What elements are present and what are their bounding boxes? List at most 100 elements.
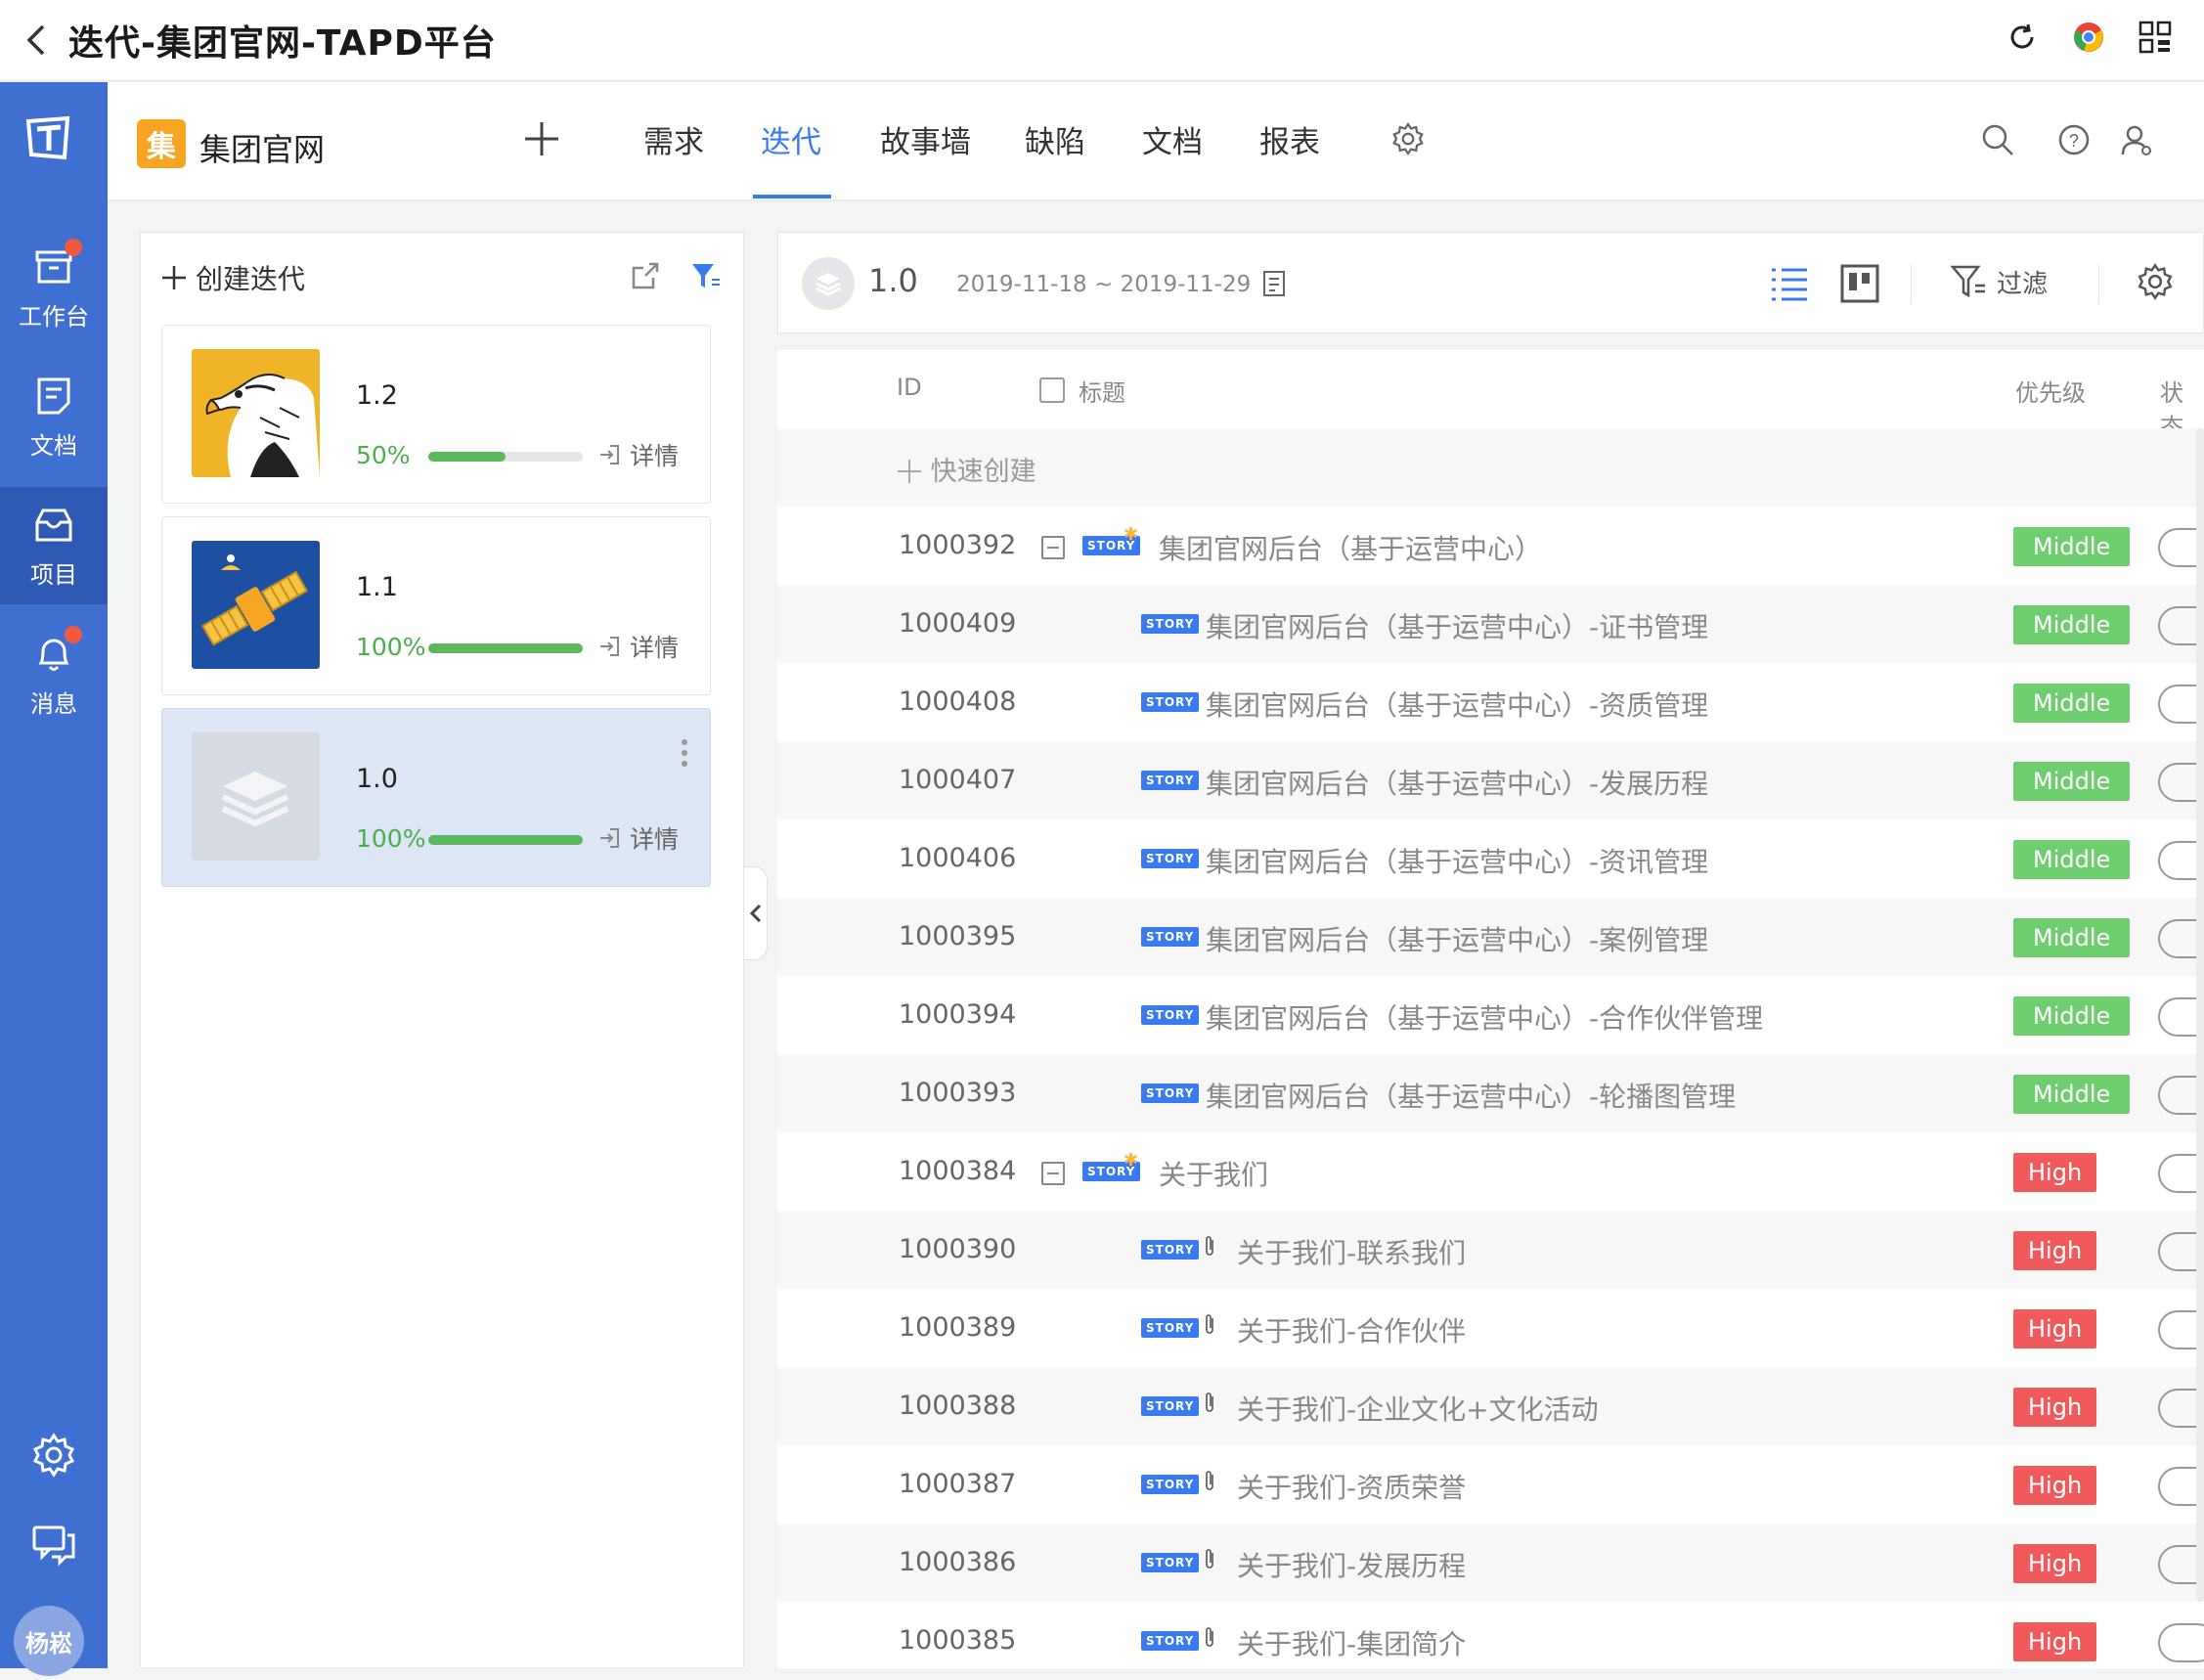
story-id[interactable]: 1000385 [899, 1625, 1016, 1656]
status-badge[interactable] [2158, 1623, 2204, 1662]
export-icon[interactable] [630, 260, 661, 295]
tab-documents[interactable]: 文档 [1142, 117, 1203, 161]
priority-badge[interactable]: Middle [2013, 1075, 2131, 1114]
table-row[interactable]: 1000409 STORY 集团官网后台（基于运营中心）-证书管理 Middle [777, 585, 2204, 663]
story-title[interactable]: 集团官网后台（基于运营中心）-证书管理 [1206, 606, 1708, 645]
table-row[interactable]: 1000387 STORY 关于我们-资质荣誉 High [777, 1445, 2204, 1524]
description-icon[interactable] [1262, 270, 1288, 297]
chat-icon[interactable] [0, 1522, 108, 1569]
search-icon[interactable] [1981, 123, 2016, 158]
story-title[interactable]: 关于我们-资质荣誉 [1237, 1467, 1466, 1506]
table-row[interactable]: 1000386 STORY 关于我们-发展历程 High [777, 1524, 2204, 1602]
story-title[interactable]: 集团官网后台（基于运营中心）-合作伙伴管理 [1206, 997, 1763, 1037]
story-id[interactable]: 1000408 [899, 686, 1016, 717]
nav-workbench[interactable]: 工作台 [0, 229, 108, 346]
view-settings-icon[interactable] [2136, 262, 2179, 305]
story-id[interactable]: 1000388 [899, 1391, 1016, 1421]
table-row[interactable]: 1000388 STORY 关于我们-企业文化+文化活动 High [777, 1367, 2204, 1445]
tapd-logo-icon[interactable] [23, 113, 72, 162]
help-icon[interactable]: ? [2057, 123, 2093, 158]
priority-badge[interactable]: High [2013, 1622, 2097, 1661]
story-id[interactable]: 1000393 [899, 1078, 1016, 1108]
story-id[interactable]: 1000394 [899, 999, 1016, 1030]
nav-messages[interactable]: 消息 [0, 616, 108, 733]
story-id[interactable]: 1000395 [899, 921, 1016, 951]
tab-iterations[interactable]: 迭代 [761, 117, 821, 161]
column-id[interactable]: ID [897, 374, 922, 401]
details-link[interactable]: 详情 [598, 437, 679, 472]
filter-button[interactable]: 过滤 [1950, 262, 2048, 301]
scrollbar[interactable] [2196, 428, 2204, 1602]
iteration-card[interactable]: 1.1 100% 详情 [161, 516, 711, 695]
filter-icon[interactable] [690, 260, 722, 295]
collapse-toggle-icon[interactable] [1041, 536, 1065, 559]
story-id[interactable]: 1000384 [899, 1156, 1016, 1186]
tab-reports[interactable]: 报表 [1259, 117, 1320, 161]
priority-badge[interactable]: High [2013, 1309, 2097, 1348]
story-id[interactable]: 1000390 [899, 1234, 1016, 1264]
priority-badge[interactable]: Middle [2013, 527, 2131, 566]
story-title[interactable]: 集团官网后台（基于运营中心）-资讯管理 [1206, 841, 1708, 880]
avatar[interactable]: 杨崧 [14, 1606, 84, 1676]
collapse-toggle-icon[interactable] [1041, 1162, 1065, 1185]
story-title[interactable]: 关于我们-发展历程 [1237, 1545, 1466, 1584]
story-title[interactable]: 关于我们-联系我们 [1237, 1232, 1466, 1271]
details-link[interactable]: 详情 [598, 820, 679, 856]
table-row[interactable]: 1000394 STORY 集团官网后台（基于运营中心）-合作伙伴管理 Middle [777, 976, 2204, 1054]
collapse-panel-button[interactable] [744, 866, 768, 960]
tab-requirements[interactable]: 需求 [643, 117, 704, 161]
browser-icon[interactable] [2069, 18, 2108, 57]
story-title[interactable]: 集团官网后台（基于运营中心）-资质管理 [1206, 685, 1708, 724]
priority-badge[interactable]: Middle [2013, 684, 2131, 723]
priority-badge[interactable]: High [2013, 1388, 2097, 1427]
priority-badge[interactable]: Middle [2013, 918, 2131, 957]
story-id[interactable]: 1000409 [899, 608, 1016, 639]
story-title[interactable]: 集团官网后台（基于运营中心）-发展历程 [1206, 763, 1708, 802]
project-settings-icon[interactable] [1390, 121, 1430, 160]
iteration-card[interactable]: 1.2 50% 详情 [161, 325, 711, 504]
story-id[interactable]: 1000389 [899, 1312, 1016, 1343]
board-view-icon[interactable] [1838, 262, 1881, 305]
priority-badge[interactable]: High [2013, 1231, 2097, 1270]
table-row[interactable]: 1000408 STORY 集团官网后台（基于运营中心）-资质管理 Middle [777, 663, 2204, 741]
priority-badge[interactable]: Middle [2013, 762, 2131, 801]
table-row[interactable]: 1000390 STORY 关于我们-联系我们 High [777, 1211, 2204, 1289]
story-title[interactable]: 关于我们 [1159, 1154, 1268, 1193]
refresh-icon[interactable] [2003, 18, 2042, 57]
more-options-icon[interactable] [681, 738, 688, 768]
user-settings-icon[interactable] [2120, 123, 2155, 158]
list-view-icon[interactable] [1768, 262, 1811, 305]
story-title[interactable]: 关于我们-合作伙伴 [1237, 1310, 1466, 1349]
back-icon[interactable] [22, 24, 51, 56]
create-iteration-button[interactable]: 创建迭代 [160, 258, 305, 297]
priority-badge[interactable]: High [2013, 1544, 2097, 1583]
column-priority[interactable]: 优先级 [2015, 374, 2086, 408]
table-row[interactable]: 1000389 STORY 关于我们-合作伙伴 High [777, 1289, 2204, 1367]
add-icon[interactable] [522, 119, 561, 158]
story-id[interactable]: 1000407 [899, 765, 1016, 795]
story-title[interactable]: 关于我们-集团简介 [1237, 1623, 1466, 1662]
story-id[interactable]: 1000387 [899, 1469, 1016, 1499]
collapse-all-checkbox[interactable] [1039, 377, 1065, 403]
story-id[interactable]: 1000392 [899, 530, 1016, 560]
priority-badge[interactable]: Middle [2013, 605, 2131, 644]
nav-project[interactable]: 项目 [0, 487, 108, 604]
table-row[interactable]: 1000385 STORY 关于我们-集团简介 High [777, 1602, 2204, 1680]
priority-badge[interactable]: Middle [2013, 840, 2131, 879]
iteration-card[interactable]: 1.0 100% 详情 [161, 708, 711, 887]
priority-badge[interactable]: Middle [2013, 996, 2131, 1036]
details-link[interactable]: 详情 [598, 629, 679, 664]
quick-create-row[interactable]: 快速创建 [777, 428, 2204, 507]
story-title[interactable]: 集团官网后台（基于运营中心） [1159, 528, 1542, 567]
story-title[interactable]: 关于我们-企业文化+文化活动 [1237, 1389, 1599, 1428]
nav-docs[interactable]: 文档 [0, 358, 108, 475]
column-title[interactable]: 标题 [1079, 374, 1125, 408]
table-row[interactable]: 1000384 STORY ✱ 关于我们 High [777, 1132, 2204, 1211]
tab-story-wall[interactable]: 故事墙 [880, 117, 971, 161]
story-id[interactable]: 1000406 [899, 843, 1016, 873]
table-row[interactable]: 1000395 STORY 集团官网后台（基于运营中心）-案例管理 Middle [777, 898, 2204, 976]
priority-badge[interactable]: High [2013, 1153, 2097, 1192]
priority-badge[interactable]: High [2013, 1466, 2097, 1505]
story-title[interactable]: 集团官网后台（基于运营中心）-案例管理 [1206, 919, 1708, 958]
project-name[interactable]: 集团官网 [199, 125, 325, 170]
